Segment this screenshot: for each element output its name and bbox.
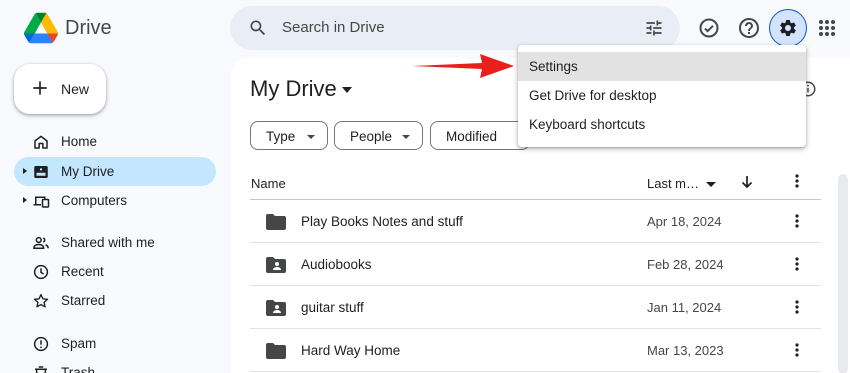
settings-menu: Settings Get Drive for desktop Keyboard … xyxy=(518,45,806,147)
computers-icon xyxy=(33,196,50,208)
page-title[interactable]: My Drive xyxy=(250,76,337,102)
file-name: guitar stuff xyxy=(301,300,364,315)
home-icon xyxy=(34,135,48,149)
file-date: Jan 11, 2024 xyxy=(647,300,722,315)
menu-item-keyboard-shortcuts[interactable]: Keyboard shortcuts xyxy=(518,110,806,139)
filter-label: Modified xyxy=(446,129,498,144)
sidebar-item-recent[interactable]: Recent xyxy=(14,257,216,286)
search-bar[interactable] xyxy=(230,6,680,50)
sidebar-item-label: Spam xyxy=(61,336,97,351)
table-row[interactable]: Play Books Notes and stuff Apr 18, 2024 xyxy=(250,200,821,243)
table-row[interactable]: guitar stuff Jan 11, 2024 xyxy=(250,286,821,329)
apps-grid-icon[interactable] xyxy=(815,16,839,40)
file-date: Mar 13, 2023 xyxy=(647,343,724,358)
my-drive-icon xyxy=(34,166,48,178)
trash-icon xyxy=(35,366,47,373)
search-icon[interactable] xyxy=(248,18,268,38)
table-row[interactable]: Audiobooks Feb 28, 2024 xyxy=(250,243,821,286)
chevron-down-icon xyxy=(402,135,410,139)
sidebar-item-label: Home xyxy=(61,134,98,149)
sidebar-item-starred[interactable]: Starred xyxy=(14,286,216,315)
table-row[interactable]: Hard Way Home Mar 13, 2023 xyxy=(250,329,821,372)
expand-caret-icon[interactable] xyxy=(21,196,29,204)
spam-icon xyxy=(33,336,49,352)
help-icon[interactable] xyxy=(737,16,761,40)
search-options-icon[interactable] xyxy=(644,18,664,38)
sidebar-item-label: Starred xyxy=(61,293,106,308)
sidebar-item-label: Recent xyxy=(61,264,104,279)
filter-modified[interactable]: Modified xyxy=(430,121,530,150)
sort-dropdown-icon[interactable] xyxy=(706,181,716,188)
settings-button[interactable] xyxy=(769,9,807,47)
file-name: Play Books Notes and stuff xyxy=(301,214,463,229)
sidebar-item-computers[interactable]: Computers xyxy=(14,186,216,215)
menu-item-get-drive-for-desktop[interactable]: Get Drive for desktop xyxy=(518,81,806,110)
more-vert-icon[interactable] xyxy=(789,342,805,358)
clock-icon xyxy=(33,264,49,280)
filter-type[interactable]: Type xyxy=(250,121,328,150)
shared-folder-icon xyxy=(266,257,286,273)
plus-icon xyxy=(33,81,47,95)
sidebar-item-shared-with-me[interactable]: Shared with me xyxy=(14,228,216,257)
filter-label: People xyxy=(350,129,393,144)
new-button-label: New xyxy=(61,81,90,97)
file-name: Audiobooks xyxy=(301,257,372,272)
sort-direction-icon[interactable] xyxy=(740,175,754,189)
sidebar-item-label: Computers xyxy=(61,193,128,208)
more-vert-icon[interactable] xyxy=(789,213,805,229)
filter-people[interactable]: People xyxy=(334,121,423,150)
folder-icon xyxy=(266,214,286,230)
expand-caret-icon[interactable] xyxy=(21,167,29,175)
app-name: Drive xyxy=(65,17,112,39)
filter-label: Type xyxy=(266,129,296,144)
title-dropdown-icon[interactable] xyxy=(342,86,352,94)
column-header-name[interactable]: Name xyxy=(251,176,286,191)
menu-item-settings[interactable]: Settings xyxy=(518,52,806,81)
sidebar-item-label: Shared with me xyxy=(61,235,155,250)
sidebar-item-my-drive[interactable]: My Drive xyxy=(14,157,216,186)
more-vert-icon[interactable] xyxy=(789,299,805,315)
chevron-down-icon xyxy=(307,135,315,139)
file-date: Apr 18, 2024 xyxy=(647,214,722,229)
file-date: Feb 28, 2024 xyxy=(647,257,724,272)
sidebar-item-home[interactable]: Home xyxy=(14,127,216,156)
search-input[interactable] xyxy=(282,19,622,36)
folder-icon xyxy=(266,343,286,359)
star-icon xyxy=(33,293,49,308)
gear-icon xyxy=(780,19,796,36)
sidebar-item-label: My Drive xyxy=(61,164,115,179)
more-vert-icon[interactable] xyxy=(789,256,805,272)
annotation-arrow-icon xyxy=(412,54,514,78)
ready-for-offline-icon[interactable] xyxy=(697,16,721,40)
new-button[interactable]: New xyxy=(14,64,106,114)
file-name: Hard Way Home xyxy=(301,343,401,358)
more-vert-icon[interactable] xyxy=(789,173,805,189)
drive-logo-icon[interactable] xyxy=(24,12,58,44)
sidebar-item-trash[interactable]: Trash xyxy=(14,358,216,373)
sidebar-item-spam[interactable]: Spam xyxy=(14,329,216,358)
column-header-last-modified[interactable]: Last m… xyxy=(647,176,699,191)
shared-icon xyxy=(33,236,49,249)
shared-folder-icon xyxy=(266,300,286,316)
scrollbar[interactable] xyxy=(838,174,848,373)
sidebar-item-label: Trash xyxy=(61,365,96,373)
